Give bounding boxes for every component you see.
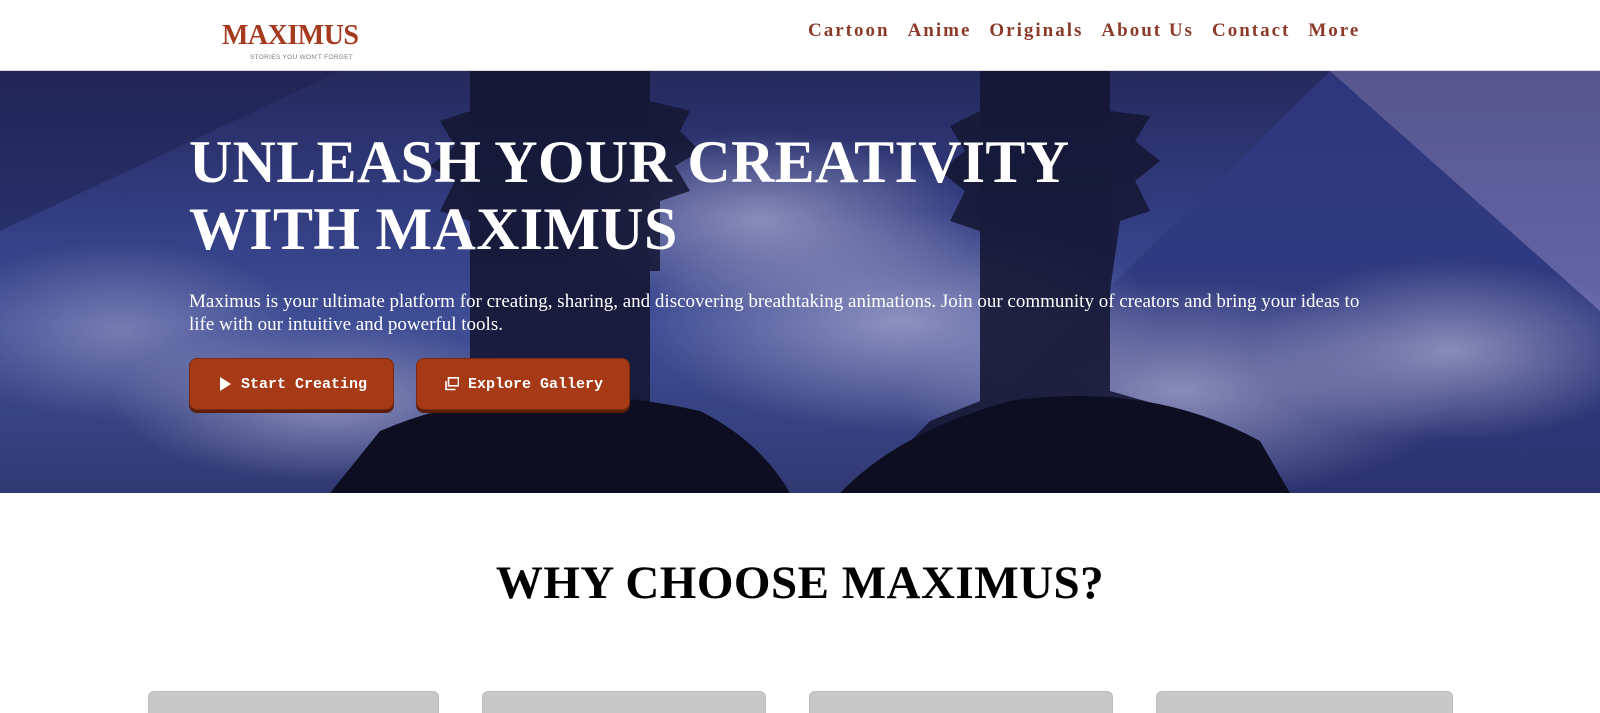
nav-item-originals[interactable]: Originals xyxy=(989,20,1083,42)
site-header: MAXIMUS STORIES YOU WON'T FORGET Cartoon… xyxy=(0,0,1600,71)
nav-item-anime[interactable]: Anime xyxy=(908,20,972,42)
gallery-icon xyxy=(445,377,460,391)
why-choose-heading: WHY CHOOSE MAXIMUS? xyxy=(495,557,1105,609)
feature-card xyxy=(1156,691,1453,713)
hero-description: Maximus is your ultimate platform for cr… xyxy=(189,291,1360,335)
start-creating-button[interactable]: Start Creating xyxy=(189,358,395,410)
feature-card xyxy=(482,691,766,713)
nav-item-contact[interactable]: Contact xyxy=(1212,20,1290,42)
hero-content: UNLEASH YOUR CREATIVITY WITH MAXIMUS Max… xyxy=(189,129,1419,410)
brand-tagline: STORIES YOU WON'T FORGET xyxy=(250,54,354,61)
nav-item-cartoon[interactable]: Cartoon xyxy=(808,20,890,42)
feature-card xyxy=(809,691,1113,713)
main-nav: Cartoon Anime Originals About Us Contact… xyxy=(808,20,1378,42)
hero-title-line-2: WITH MAXIMUS xyxy=(189,196,678,262)
brand-logo[interactable]: MAXIMUS STORIES YOU WON'T FORGET xyxy=(222,17,359,65)
hero-banner: UNLEASH YOUR CREATIVITY WITH MAXIMUS Max… xyxy=(0,71,1600,493)
nav-item-more[interactable]: More xyxy=(1308,20,1360,42)
hero-title: UNLEASH YOUR CREATIVITY WITH MAXIMUS xyxy=(189,129,1419,263)
explore-gallery-label: Explore Gallery xyxy=(468,375,604,393)
explore-gallery-button[interactable]: Explore Gallery xyxy=(416,358,631,410)
hero-buttons: Start Creating Explore Gallery xyxy=(189,358,1419,410)
nav-item-about-us[interactable]: About Us xyxy=(1101,20,1194,42)
start-creating-label: Start Creating xyxy=(241,375,368,393)
feature-card xyxy=(148,691,439,713)
hero-title-line-1: UNLEASH YOUR CREATIVITY xyxy=(189,129,1070,195)
play-icon xyxy=(218,377,232,391)
brand-name: MAXIMUS xyxy=(222,20,359,51)
